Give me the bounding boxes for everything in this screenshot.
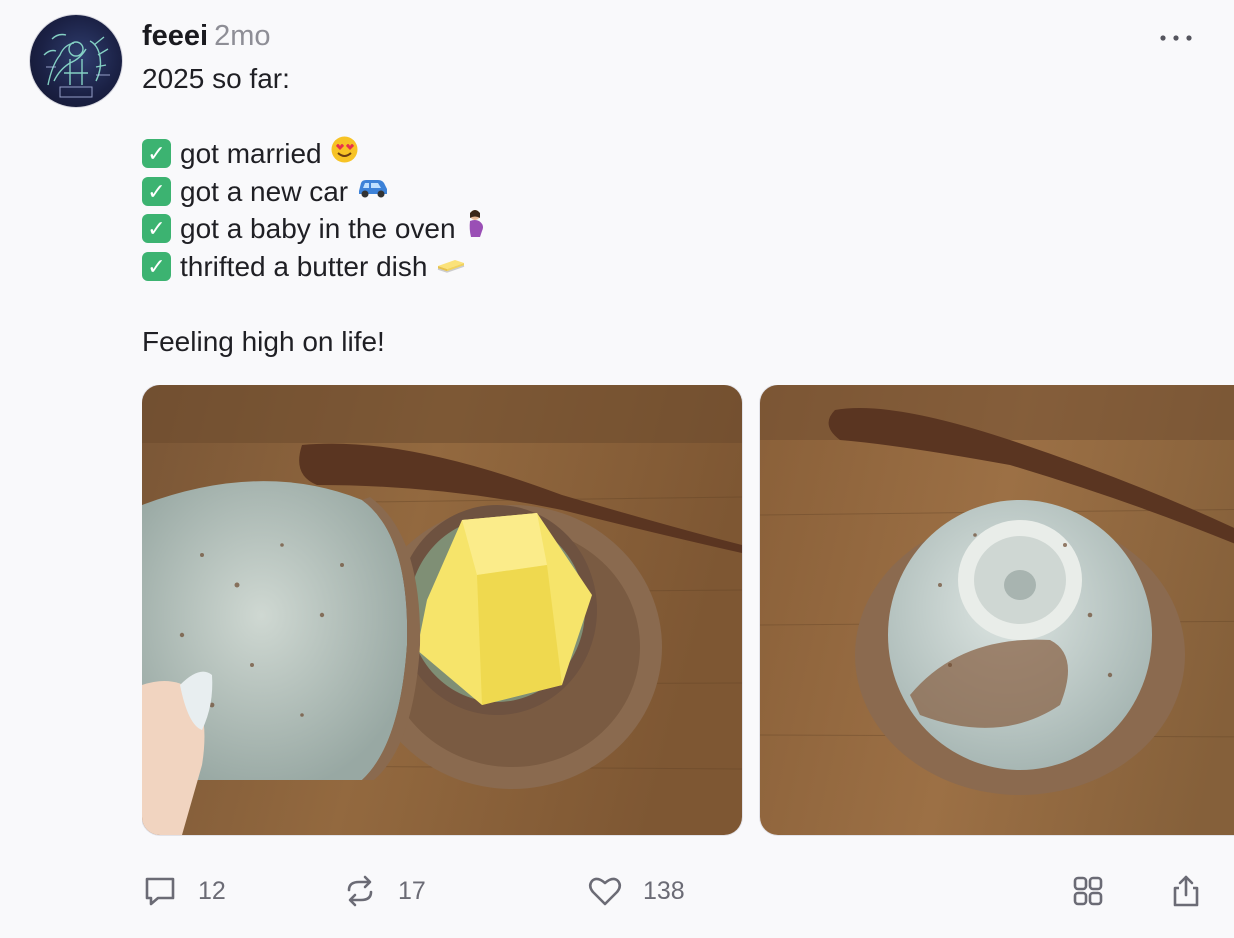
username[interactable]: feeei (142, 20, 208, 52)
post-actions: 12 17 138 (142, 866, 1202, 916)
reply-count: 12 (198, 876, 226, 905)
post-line-closing: Feeling high on life! (142, 323, 1202, 361)
list-item: ✓ got a new car (142, 173, 1202, 211)
ellipsis-icon (1160, 35, 1192, 41)
check-mark-icon: ✓ (142, 214, 171, 244)
speech-bubble-icon (145, 877, 175, 906)
post-line-intro: 2025 so far: (142, 60, 1202, 98)
car-emoji-icon (356, 172, 390, 211)
share-icon (1173, 875, 1199, 907)
closing-text: Feeling high on life! (142, 325, 385, 357)
post-time[interactable]: 2mo (214, 20, 270, 52)
photo-butter-dish-closed[interactable] (760, 385, 1234, 835)
repost-button[interactable]: 17 (342, 866, 426, 916)
post-header: feeei 2mo (142, 16, 271, 56)
heart-eyes-emoji-icon (330, 135, 359, 174)
repost-count: 17 (398, 876, 426, 905)
list-item: ✓ got a baby in the oven (142, 210, 1202, 248)
grid-icon (1073, 876, 1103, 906)
avatar-illustration (43, 33, 110, 98)
check-mark-icon: ✓ (142, 139, 171, 169)
grid-view-button[interactable] (1070, 866, 1106, 916)
item-text: thrifted a butter dish (180, 250, 428, 282)
item-text: got married (180, 138, 322, 169)
reply-button[interactable]: 12 (142, 866, 226, 916)
intro-text: 2025 so far: (142, 63, 290, 94)
like-count: 138 (643, 876, 685, 905)
butter-emoji-icon (435, 248, 467, 286)
check-mark-icon: ✓ (142, 176, 171, 206)
list-item: ✓ got married (142, 135, 1202, 173)
list-item: ✓ thrifted a butter dish (142, 248, 1202, 286)
repost-icon (347, 875, 373, 907)
item-text: got a new car (180, 175, 349, 207)
check-mark-icon: ✓ (142, 251, 171, 281)
more-options-button[interactable] (1158, 20, 1194, 56)
photo-butter-dish-open[interactable] (142, 385, 742, 835)
media-gallery (142, 385, 1234, 837)
heart-icon (588, 877, 622, 906)
share-button[interactable] (1168, 866, 1204, 916)
like-button[interactable]: 138 (587, 866, 685, 916)
avatar[interactable] (30, 15, 122, 107)
post-card: feeei 2mo 2025 so far: ✓ got married ✓ g… (0, 0, 1234, 938)
item-text: got a baby in the oven (180, 213, 456, 244)
post-body: 2025 so far: ✓ got married ✓ got a new c… (142, 60, 1202, 360)
pregnant-woman-emoji-icon (464, 209, 486, 249)
